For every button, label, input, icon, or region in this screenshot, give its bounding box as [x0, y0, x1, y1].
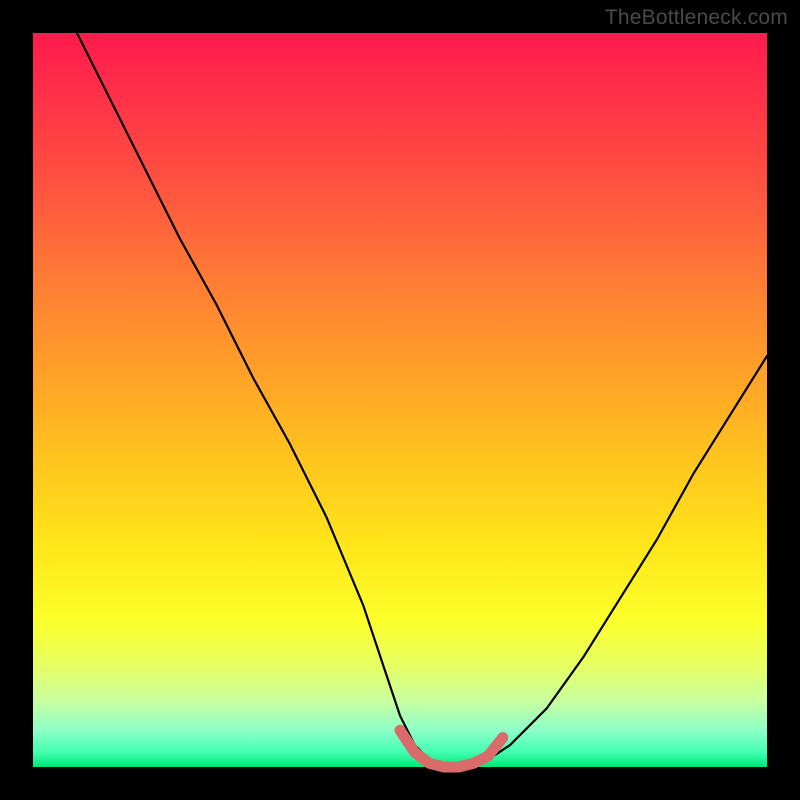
chart-svg	[33, 33, 767, 767]
plot-area	[33, 33, 767, 767]
chart-frame: TheBottleneck.com	[0, 0, 800, 800]
bottom-segment	[400, 730, 503, 767]
watermark-text: TheBottleneck.com	[605, 6, 788, 30]
main-curve	[77, 33, 767, 767]
